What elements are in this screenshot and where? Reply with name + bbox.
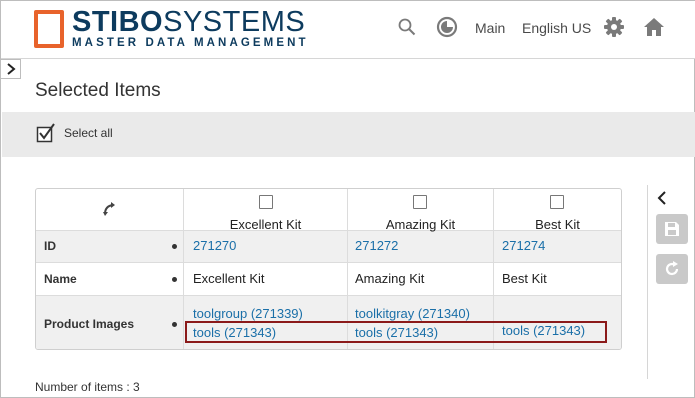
toolbar: Select all: [2, 112, 695, 157]
select-all-label: Select all: [64, 126, 113, 140]
home-icon[interactable]: [643, 16, 665, 38]
chevron-left-icon[interactable]: [657, 191, 667, 210]
column-checkbox-amazing-kit[interactable]: [413, 195, 427, 209]
row-label-id: ID: [44, 239, 56, 253]
column-header-amazing-kit: Amazing Kit: [385, 217, 456, 232]
name-value-amazing-kit: Amazing Kit: [355, 271, 425, 286]
locale-menu[interactable]: English US: [522, 20, 591, 36]
history-icon[interactable]: [436, 16, 458, 38]
sidebar-toggle-button[interactable]: [1, 59, 21, 79]
logo-subtitle: MASTER DATA MANAGEMENT: [72, 37, 309, 49]
refresh-button[interactable]: [656, 254, 688, 284]
chevron-right-icon: [6, 63, 16, 75]
image-link-toolgroup[interactable]: toolgroup (271339): [193, 306, 303, 321]
select-all-button[interactable]: Select all: [36, 123, 113, 143]
row-label-name: Name: [44, 272, 77, 286]
row-indicator-dot: [172, 322, 177, 327]
row-indicator-dot: [172, 277, 177, 282]
search-icon[interactable]: [396, 16, 418, 38]
gear-icon[interactable]: [603, 16, 625, 38]
app-window: STIBOSYSTEMS MASTER DATA MANAGEMENT Main…: [0, 0, 695, 398]
name-value-excellent-kit: Excellent Kit: [193, 271, 265, 286]
refresh-icon: [665, 261, 679, 276]
column-header-best-kit: Best Kit: [535, 217, 580, 232]
save-icon: [665, 222, 679, 236]
name-value-best-kit: Best Kit: [502, 271, 547, 286]
id-link-excellent-kit[interactable]: 271270: [193, 238, 236, 253]
logo-mark: [34, 10, 64, 48]
top-header: STIBOSYSTEMS MASTER DATA MANAGEMENT Main…: [1, 1, 695, 59]
id-link-best-kit[interactable]: 271274: [502, 238, 545, 253]
swap-orientation-icon[interactable]: [102, 201, 118, 222]
checkbox-checked-icon: [36, 123, 55, 143]
item-count: Number of items : 3: [35, 380, 140, 394]
save-button[interactable]: [656, 214, 688, 244]
row-label-product-images: Product Images: [44, 317, 135, 331]
column-checkbox-excellent-kit[interactable]: [259, 195, 273, 209]
column-header-excellent-kit: Excellent Kit: [229, 217, 302, 232]
stibo-logo[interactable]: STIBOSYSTEMS MASTER DATA MANAGEMENT: [34, 8, 309, 50]
highlight-box: [185, 321, 607, 343]
id-link-amazing-kit[interactable]: 271272: [355, 238, 398, 253]
column-checkbox-best-kit[interactable]: [550, 195, 564, 209]
right-panel-divider: [647, 185, 648, 379]
logo-title: STIBOSYSTEMS: [72, 6, 306, 38]
row-indicator-dot: [172, 244, 177, 249]
workspace-menu[interactable]: Main: [475, 20, 505, 36]
image-link-toolkitgray[interactable]: toolkitgray (271340): [355, 306, 470, 321]
page-title: Selected Items: [35, 80, 161, 101]
